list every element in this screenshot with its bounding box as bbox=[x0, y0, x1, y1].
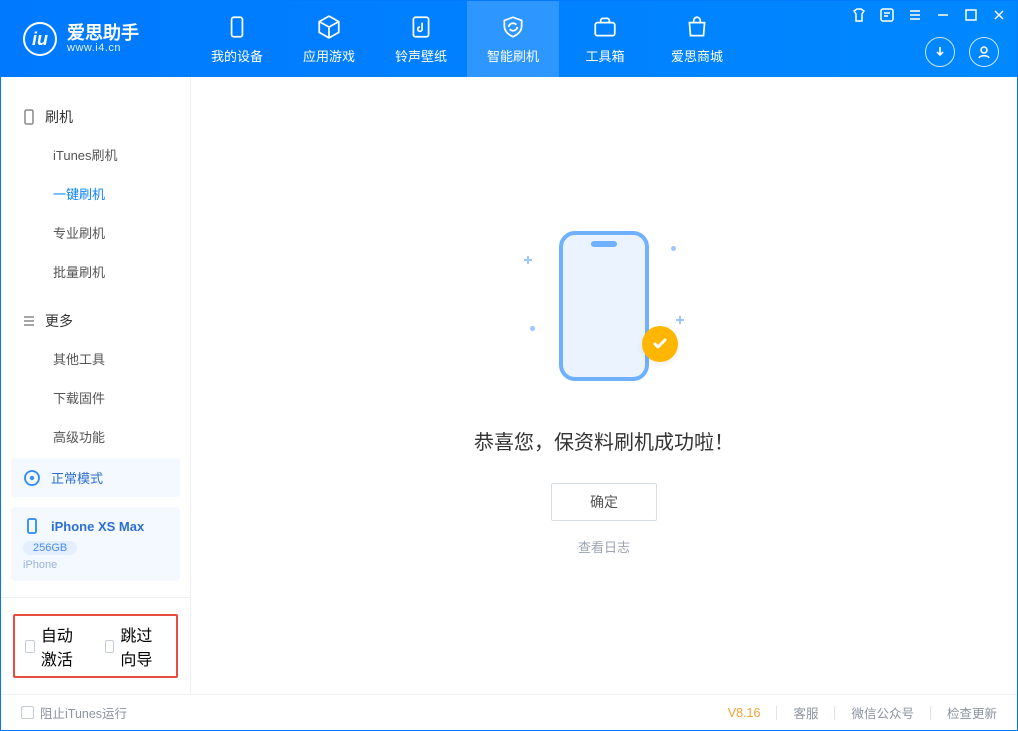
tab-my-device[interactable]: 我的设备 bbox=[191, 1, 283, 77]
wechat-link[interactable]: 微信公众号 bbox=[851, 703, 914, 722]
checkbox-label: 阻止iTunes运行 bbox=[40, 703, 127, 722]
sidebar-cards: 正常模式 iPhone XS Max 256GB iPhone bbox=[1, 448, 190, 597]
cube-icon bbox=[316, 14, 342, 40]
support-link[interactable]: 客服 bbox=[793, 703, 818, 722]
bag-icon bbox=[684, 14, 710, 40]
checkbox-icon bbox=[21, 706, 34, 719]
main-content: 恭喜您，保资料刷机成功啦！ 确定 查看日志 bbox=[191, 77, 1017, 694]
body: 刷机 iTunes刷机 一键刷机 专业刷机 批量刷机 更多 其他工具 下载固件 … bbox=[1, 77, 1017, 694]
device-card[interactable]: iPhone XS Max 256GB iPhone bbox=[11, 507, 180, 581]
mode-icon bbox=[23, 469, 41, 487]
sidebar-item-advanced[interactable]: 高级功能 bbox=[1, 417, 190, 448]
close-icon[interactable] bbox=[991, 7, 1007, 23]
header: iu 爱思助手 www.i4.cn 我的设备 应用游戏 铃声壁纸 智能刷机 bbox=[1, 1, 1017, 77]
tab-label: 应用游戏 bbox=[303, 46, 355, 65]
check-update-link[interactable]: 检查更新 bbox=[947, 703, 997, 722]
list-icon bbox=[21, 313, 37, 329]
sidebar-group-more: 更多 其他工具 下载固件 高级功能 bbox=[1, 291, 190, 448]
options-highlight: 自动激活 跳过向导 bbox=[13, 614, 178, 678]
tab-apps-games[interactable]: 应用游戏 bbox=[283, 1, 375, 77]
sidebar-item-oneclick-flash[interactable]: 一键刷机 bbox=[1, 174, 190, 213]
menu-icon[interactable] bbox=[907, 7, 923, 23]
app-subtitle: www.i4.cn bbox=[67, 42, 139, 54]
user-button[interactable] bbox=[969, 37, 999, 67]
phone-icon bbox=[21, 109, 37, 125]
sidebar-item-itunes-flash[interactable]: iTunes刷机 bbox=[1, 135, 190, 174]
sidebar-item-batch-flash[interactable]: 批量刷机 bbox=[1, 252, 190, 291]
device-type: iPhone bbox=[23, 559, 57, 571]
checkbox-icon bbox=[25, 640, 35, 653]
phone-icon bbox=[23, 517, 41, 535]
separator bbox=[930, 706, 931, 720]
maximize-icon[interactable] bbox=[963, 7, 979, 23]
checkbox-icon bbox=[105, 640, 115, 653]
sidebar-group-flash: 刷机 iTunes刷机 一键刷机 专业刷机 批量刷机 bbox=[1, 87, 190, 291]
download-button[interactable] bbox=[925, 37, 955, 67]
sidebar-group-title: 更多 bbox=[45, 311, 73, 331]
briefcase-icon bbox=[592, 14, 618, 40]
tab-toolbox[interactable]: 工具箱 bbox=[559, 1, 651, 77]
tab-label: 智能刷机 bbox=[487, 46, 539, 65]
ok-button[interactable]: 确定 bbox=[551, 483, 657, 521]
header-actions bbox=[925, 37, 999, 67]
separator bbox=[776, 706, 777, 720]
skin-icon[interactable] bbox=[851, 7, 867, 23]
block-itunes-checkbox[interactable]: 阻止iTunes运行 bbox=[21, 703, 127, 722]
check-badge-icon bbox=[642, 326, 678, 362]
sidebar-item-download-firmware[interactable]: 下载固件 bbox=[1, 378, 190, 417]
sidebar: 刷机 iTunes刷机 一键刷机 专业刷机 批量刷机 更多 其他工具 下载固件 … bbox=[1, 77, 191, 694]
skip-guide-checkbox[interactable]: 跳过向导 bbox=[105, 622, 167, 670]
mode-label: 正常模式 bbox=[51, 468, 103, 487]
feedback-icon[interactable] bbox=[879, 7, 895, 23]
logo-icon: iu bbox=[23, 22, 57, 56]
success-message: 恭喜您，保资料刷机成功啦！ bbox=[474, 426, 734, 455]
checkbox-label: 自动激活 bbox=[41, 622, 87, 670]
app-title: 爱思助手 bbox=[67, 24, 139, 42]
sidebar-item-other-tools[interactable]: 其他工具 bbox=[1, 339, 190, 378]
sidebar-group-header: 刷机 bbox=[1, 99, 190, 135]
checkbox-label: 跳过向导 bbox=[120, 622, 166, 670]
tab-ringtone-wallpaper[interactable]: 铃声壁纸 bbox=[375, 1, 467, 77]
device-storage: 256GB bbox=[23, 541, 77, 555]
logo: iu 爱思助手 www.i4.cn bbox=[1, 22, 191, 56]
app-window: iu 爱思助手 www.i4.cn 我的设备 应用游戏 铃声壁纸 智能刷机 bbox=[0, 0, 1018, 731]
device-icon bbox=[224, 14, 250, 40]
tab-label: 铃声壁纸 bbox=[395, 46, 447, 65]
success-illustration bbox=[524, 216, 684, 396]
refresh-shield-icon bbox=[500, 14, 526, 40]
auto-activate-checkbox[interactable]: 自动激活 bbox=[25, 622, 87, 670]
tab-store[interactable]: 爱思商城 bbox=[651, 1, 743, 77]
sidebar-item-pro-flash[interactable]: 专业刷机 bbox=[1, 213, 190, 252]
view-log-link[interactable]: 查看日志 bbox=[578, 537, 630, 556]
minimize-icon[interactable] bbox=[935, 7, 951, 23]
tab-label: 工具箱 bbox=[585, 46, 624, 65]
sidebar-group-title: 刷机 bbox=[45, 107, 73, 127]
separator bbox=[834, 706, 835, 720]
window-controls bbox=[851, 7, 1007, 23]
sidebar-group-header: 更多 bbox=[1, 303, 190, 339]
phone-illustration-icon bbox=[559, 231, 649, 381]
nav-tabs: 我的设备 应用游戏 铃声壁纸 智能刷机 工具箱 爱思商城 bbox=[191, 1, 743, 77]
device-name: iPhone XS Max bbox=[51, 519, 144, 534]
sidebar-bottom: 自动激活 跳过向导 bbox=[1, 597, 190, 694]
tab-label: 我的设备 bbox=[211, 46, 263, 65]
version-label: V8.16 bbox=[728, 706, 761, 720]
status-bar: 阻止iTunes运行 V8.16 客服 微信公众号 检查更新 bbox=[1, 694, 1017, 730]
mode-card[interactable]: 正常模式 bbox=[11, 458, 180, 497]
tab-label: 爱思商城 bbox=[671, 46, 723, 65]
music-file-icon bbox=[408, 14, 434, 40]
tab-smart-flash[interactable]: 智能刷机 bbox=[467, 1, 559, 77]
